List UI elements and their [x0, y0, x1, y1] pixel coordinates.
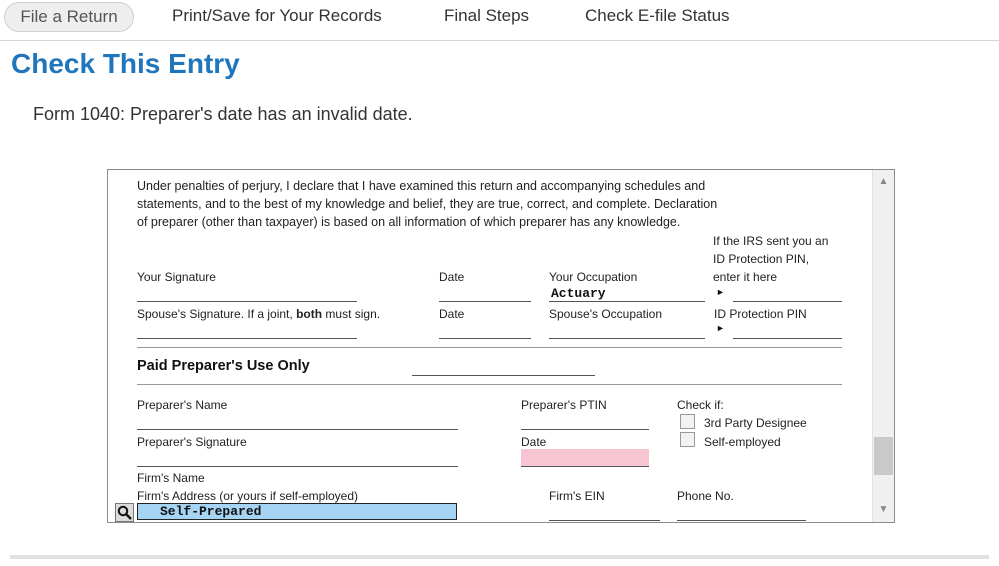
spouse-date-label: Date	[439, 307, 465, 321]
third-party-checkbox[interactable]	[680, 414, 695, 429]
declaration-line-3: of preparer (other than taxpayer) is bas…	[137, 215, 681, 229]
magnifier-button[interactable]	[115, 503, 134, 522]
spouse-occupation-label: Spouse's Occupation	[549, 307, 663, 321]
preparer-date-field[interactable]	[521, 449, 649, 467]
self-employed-label: Self-employed	[704, 435, 781, 449]
scroll-up-icon[interactable]: ▲	[873, 173, 894, 191]
form-page: Under penalties of perjury, I declare th…	[108, 170, 872, 522]
your-occupation-label: Your Occupation	[549, 270, 638, 284]
arrow-icon: ►	[716, 287, 725, 297]
preparer-ptin-field[interactable]	[521, 429, 649, 430]
spouse-ip-pin-field[interactable]	[733, 338, 842, 339]
preparer-extra-field[interactable]	[412, 375, 595, 376]
third-party-label: 3rd Party Designee	[704, 416, 807, 430]
error-message: Form 1040: Preparer's date has an invali…	[33, 104, 413, 124]
arrow-icon: ►	[716, 323, 725, 333]
form-viewer: Under penalties of perjury, I declare th…	[107, 169, 895, 523]
firm-ein-field[interactable]	[549, 520, 660, 521]
top-nav: File a Return Print/Save for Your Record…	[0, 0, 999, 41]
ip-pin-note-line-3: enter it here	[713, 270, 778, 284]
preparer-ptin-label: Preparer's PTIN	[521, 398, 607, 412]
spouse-occupation-field[interactable]	[549, 338, 705, 339]
firm-ein-label: Firm's EIN	[549, 489, 605, 503]
declaration-line-1: Under penalties of perjury, I declare th…	[137, 179, 706, 193]
paid-preparer-heading: Paid Preparer's Use Only	[137, 358, 310, 374]
bottom-divider	[10, 555, 989, 559]
tab-check-efile-status[interactable]: Check E-file Status	[585, 0, 730, 32]
preparer-name-field[interactable]	[137, 429, 458, 430]
id-protection-pin-label: ID Protection PIN	[714, 307, 807, 321]
date-label: Date	[439, 270, 465, 284]
self-employed-checkbox[interactable]	[680, 432, 695, 447]
phone-label: Phone No.	[677, 489, 734, 503]
tab-print-save[interactable]: Print/Save for Your Records	[172, 0, 382, 32]
your-occupation-field[interactable]	[549, 301, 705, 302]
firm-address-label: Firm's Address (or yours if self-employe…	[137, 489, 359, 503]
phone-field[interactable]	[677, 520, 806, 521]
firm-name-label: Firm's Name	[137, 471, 205, 485]
spouse-date-field[interactable]	[439, 338, 531, 339]
scroll-thumb[interactable]	[874, 437, 893, 475]
tab-file-a-return[interactable]: File a Return	[4, 2, 134, 32]
scroll-down-icon[interactable]: ▼	[873, 501, 894, 519]
page-title: Check This Entry	[11, 48, 240, 79]
your-signature-field[interactable]	[137, 301, 357, 302]
spouse-signature-label: Spouse's Signature. If a joint, both mus…	[137, 307, 381, 321]
firm-name-field[interactable]: Self-Prepared	[137, 503, 457, 520]
preparer-signature-field[interactable]	[137, 466, 458, 467]
spouse-signature-field[interactable]	[137, 338, 357, 339]
form-scrollbar[interactable]: ▲ ▼	[872, 170, 894, 522]
preparer-name-label: Preparer's Name	[137, 398, 228, 412]
your-occupation-value[interactable]: Actuary	[551, 286, 606, 301]
your-signature-label: Your Signature	[137, 270, 216, 284]
ip-pin-note-line-1: If the IRS sent you an	[713, 234, 829, 248]
your-date-field[interactable]	[439, 301, 531, 302]
preparer-signature-label: Preparer's Signature	[137, 435, 247, 449]
section-divider	[137, 384, 842, 385]
ip-pin-note-line-2: ID Protection PIN,	[713, 252, 810, 266]
ip-pin-field[interactable]	[733, 301, 842, 302]
check-if-label: Check if:	[677, 398, 724, 412]
magnifier-icon	[117, 505, 132, 520]
firm-name-value: Self-Prepared	[160, 504, 262, 519]
section-divider	[137, 347, 842, 348]
preparer-date-label: Date	[521, 435, 547, 449]
tab-final-steps[interactable]: Final Steps	[444, 0, 529, 32]
declaration-line-2: statements, and to the best of my knowle…	[137, 197, 718, 211]
